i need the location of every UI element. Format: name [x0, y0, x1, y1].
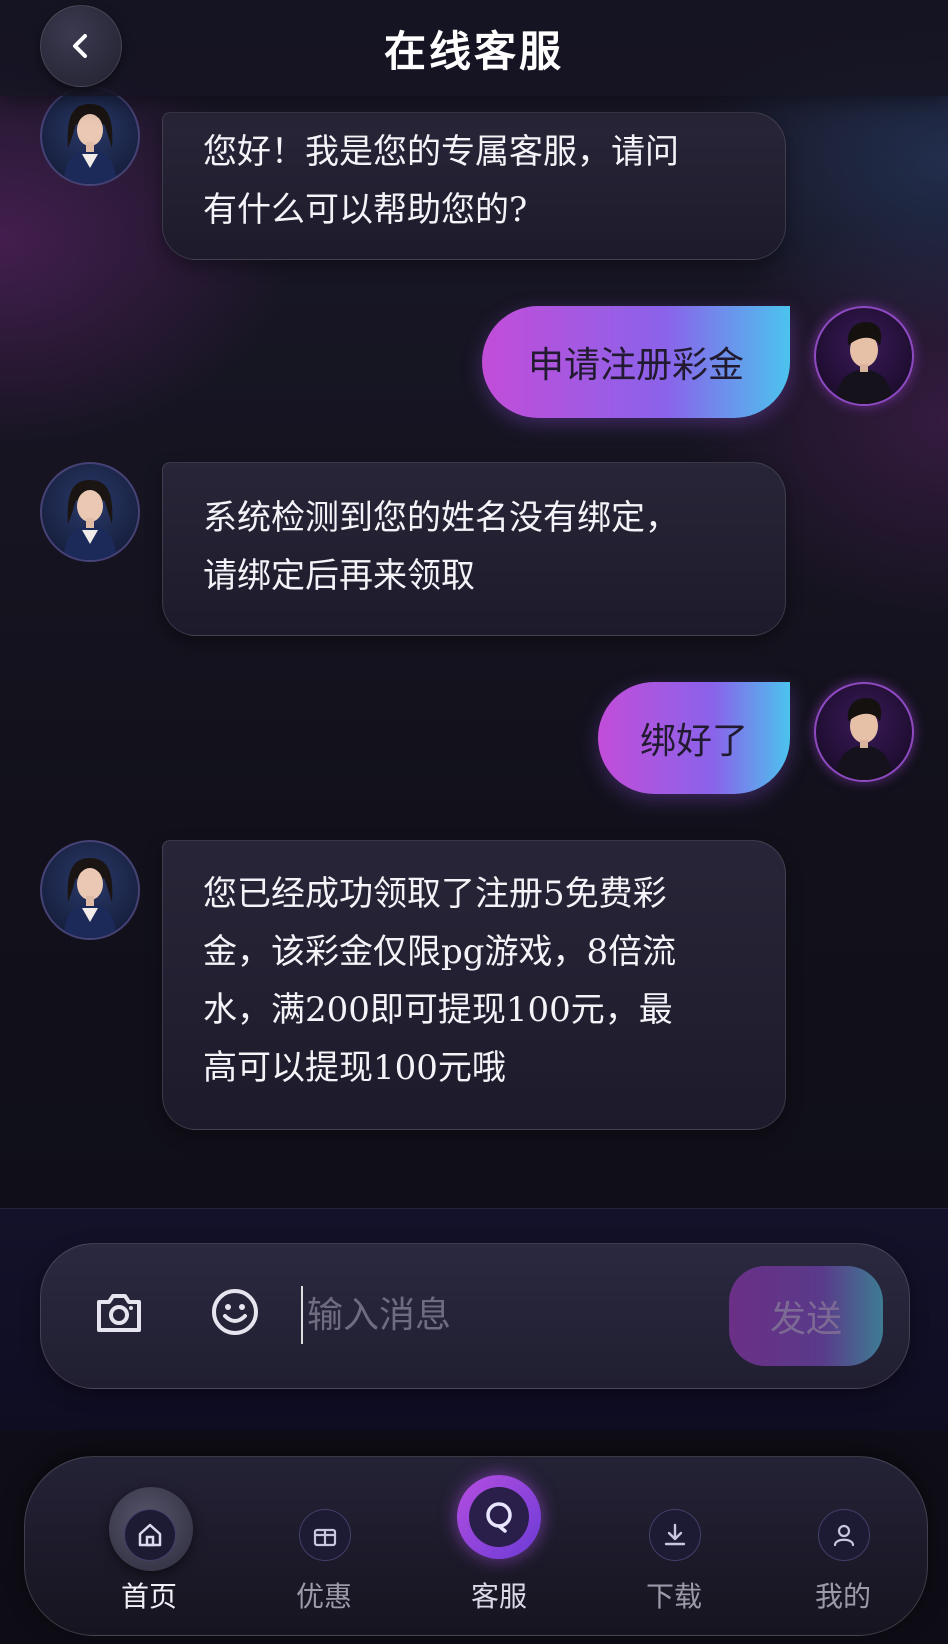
agent-avatar — [40, 86, 140, 186]
home-icon — [124, 1509, 176, 1561]
tab-label: 客服 — [470, 1580, 527, 1613]
composer: 发送 — [40, 1243, 910, 1389]
bottom-tab-bar: 首页 优惠 客服 下载 我的 — [24, 1456, 928, 1636]
send-button[interactable]: 发送 — [729, 1266, 883, 1366]
message-text: 申请注册彩金 — [527, 345, 744, 386]
message-text: 绑好了 — [639, 721, 748, 762]
user-icon — [818, 1509, 870, 1561]
tab-offers[interactable]: 优惠 — [238, 1457, 410, 1637]
user-avatar — [814, 682, 914, 782]
user-avatar — [814, 306, 914, 406]
gift-icon — [299, 1509, 351, 1561]
tab-download[interactable]: 下载 — [588, 1457, 760, 1637]
message-text: 您已经成功领取了注册5免费彩 金，该彩金仅限pg游戏，8倍流 水，满200即可提… — [203, 874, 677, 1088]
customer-service-icon — [457, 1475, 541, 1559]
agent-message-bubble: 系统检测到您的姓名没有绑定， 请绑定后再来领取 — [162, 462, 786, 636]
message-text: 您好！我是您的专属客服，请问 有什么可以帮助您的? — [203, 132, 679, 230]
tab-label: 我的 — [814, 1580, 871, 1613]
agent-avatar — [40, 840, 140, 940]
composer-area: 发送 — [0, 1208, 948, 1431]
user-message-bubble: 绑好了 — [598, 682, 790, 794]
tab-customer-service[interactable]: 客服 — [413, 1457, 585, 1637]
user-message-bubble: 申请注册彩金 — [482, 306, 790, 418]
message-input[interactable] — [301, 1286, 729, 1344]
tab-label: 首页 — [120, 1580, 177, 1613]
download-icon — [649, 1509, 701, 1561]
agent-avatar — [40, 462, 140, 562]
tab-label: 下载 — [645, 1580, 702, 1613]
tab-profile[interactable]: 我的 — [757, 1457, 929, 1637]
agent-message-bubble: 您好！我是您的专属客服，请问 有什么可以帮助您的? — [162, 112, 786, 260]
send-button-label: 发送 — [769, 1299, 842, 1340]
tab-label: 优惠 — [295, 1580, 352, 1613]
camera-icon[interactable] — [91, 1284, 147, 1340]
top-bar: 在线客服 — [0, 0, 948, 96]
page-title: 在线客服 — [383, 27, 564, 76]
agent-message-bubble: 您已经成功领取了注册5免费彩 金，该彩金仅限pg游戏，8倍流 水，满200即可提… — [162, 840, 786, 1130]
emoji-icon[interactable] — [207, 1284, 263, 1340]
message-text: 系统检测到您的姓名没有绑定， 请绑定后再来领取 — [203, 498, 679, 596]
tab-home[interactable]: 首页 — [63, 1457, 235, 1637]
